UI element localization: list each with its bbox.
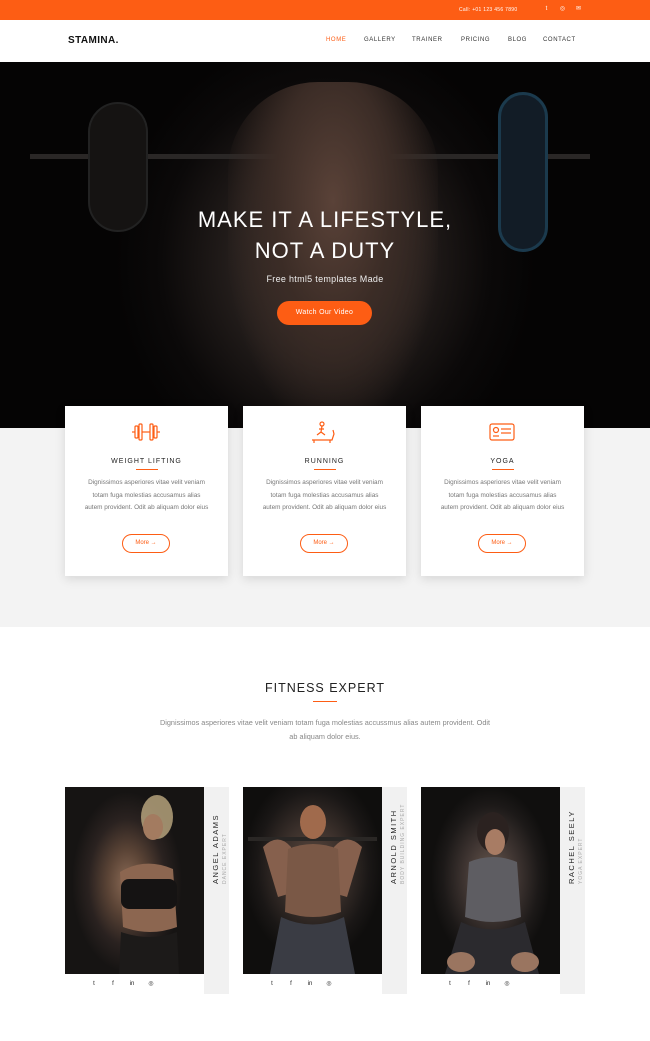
nav-blog[interactable]: BLOG (508, 37, 527, 43)
trainer-name: ARNOLD SMITH (389, 809, 398, 884)
dribbble-icon[interactable]: ◎ (503, 980, 511, 988)
trainer-social-bar: t f in ◎ (243, 974, 357, 994)
trainer-name-block: RACHEL SEELY YOGA EXPERT (567, 810, 584, 884)
trainer-role: DANCE EXPERT (222, 833, 228, 884)
dribbble-icon[interactable]: ◎ (325, 980, 333, 988)
call-text: Call: +01 123 456 7890 (459, 7, 518, 13)
twitter-icon[interactable]: t (542, 5, 551, 14)
more-button[interactable]: More → (478, 534, 526, 553)
hero-subtitle: Free html5 templates Made (266, 274, 384, 284)
trainer-role: BODY BUILDING EXPERT (400, 803, 406, 884)
trainer-name: ANGEL ADAMS (211, 814, 220, 884)
more-button[interactable]: More → (122, 534, 170, 553)
main-navbar: STAMINA. HOME GALLERY TRAINER PRICING BL… (0, 20, 650, 62)
trainer-social-bar: t f in ◎ (65, 974, 179, 994)
section-description: Dignissimos asperiores vitae velit venia… (159, 718, 491, 741)
trainer-photo[interactable] (421, 787, 560, 974)
trainer-name-block: ANGEL ADAMS DANCE EXPERT (211, 814, 228, 884)
trainer-name-block: ARNOLD SMITH BODY BUILDING EXPERT (389, 804, 406, 884)
trainer-photo[interactable] (243, 787, 382, 974)
hero-banner: MAKE IT A LIFESTYLE, NOT A DUTY Free htm… (0, 62, 650, 428)
dumbbell-icon (132, 423, 160, 441)
service-description: Dignissimos asperiores vitae velit venia… (84, 479, 209, 511)
service-title-underline (314, 469, 336, 470)
linkedin-icon[interactable]: in (306, 980, 314, 988)
service-card-running: RUNNING Dignissimos asperiores vitae vel… (243, 406, 406, 576)
section-title: FITNESS EXPERT (264, 681, 386, 695)
trainer-card: RACHEL SEELY YOGA EXPERT t f in ◎ (421, 787, 585, 994)
trainer-silhouette (445, 812, 539, 974)
hero-title-line1: MAKE IT A LIFESTYLE, (197, 207, 453, 232)
service-card-weight-lifting: WEIGHT LIFTING Dignissimos asperiores vi… (65, 406, 228, 576)
nav-trainer[interactable]: TRAINER (412, 37, 443, 43)
hero-title-line2: NOT A DUTY (254, 238, 396, 263)
arrow-right-icon: → (150, 540, 157, 546)
nav-pricing[interactable]: PRICING (461, 37, 490, 43)
service-title: YOGA (490, 458, 515, 465)
facebook-icon[interactable]: f (465, 980, 473, 988)
trainer-card: ANGEL ADAMS DANCE EXPERT t f in ◎ (65, 787, 229, 994)
treadmill-icon (312, 421, 335, 443)
twitter-icon[interactable]: t (90, 980, 98, 988)
arrow-right-icon: → (328, 540, 335, 546)
hero-title: MAKE IT A LIFESTYLE, NOT A DUTY (0, 204, 650, 266)
service-title: WEIGHT LIFTING (111, 458, 182, 465)
top-bar: Call: +01 123 456 7890 t ◎ ✉ (0, 0, 650, 20)
facebook-icon[interactable]: f (287, 980, 295, 988)
twitter-icon[interactable]: t (446, 980, 454, 988)
yoga-mat-icon (489, 423, 515, 441)
site-logo[interactable]: STAMINA. (68, 35, 119, 46)
more-label: More (491, 540, 505, 546)
trainer-silhouette (119, 795, 179, 974)
trainer-photo[interactable] (65, 787, 204, 974)
service-description: Dignissimos asperiores vitae velit venia… (440, 479, 565, 511)
nav-gallery[interactable]: GALLERY (364, 37, 396, 43)
arrow-right-icon: → (506, 540, 513, 546)
service-card-yoga: YOGA Dignissimos asperiores vitae velit … (421, 406, 584, 576)
linkedin-icon[interactable]: in (128, 980, 136, 988)
section-title-underline (313, 701, 337, 702)
more-button[interactable]: More → (300, 534, 348, 553)
nav-home[interactable]: HOME (326, 37, 346, 43)
twitter-icon[interactable]: t (268, 980, 276, 988)
trainer-name: RACHEL SEELY (567, 810, 576, 884)
trainer-role: YOGA EXPERT (578, 837, 584, 884)
nav-contact[interactable]: CONTACT (543, 37, 576, 43)
instagram-icon[interactable]: ◎ (558, 5, 567, 14)
trainer-silhouette (248, 805, 377, 974)
service-title-underline (136, 469, 158, 470)
facebook-icon[interactable]: f (109, 980, 117, 988)
watch-video-button[interactable]: Watch Our Video (277, 301, 372, 325)
linkedin-icon[interactable]: in (484, 980, 492, 988)
more-label: More (135, 540, 149, 546)
dribbble-icon[interactable]: ◎ (147, 980, 155, 988)
email-icon[interactable]: ✉ (574, 5, 583, 14)
service-title: RUNNING (304, 458, 345, 465)
trainer-card: ARNOLD SMITH BODY BUILDING EXPERT t f in… (243, 787, 407, 994)
trainer-social-bar: t f in ◎ (421, 974, 535, 994)
more-label: More (313, 540, 327, 546)
service-description: Dignissimos asperiores vitae velit venia… (262, 479, 387, 511)
service-title-underline (492, 469, 514, 470)
